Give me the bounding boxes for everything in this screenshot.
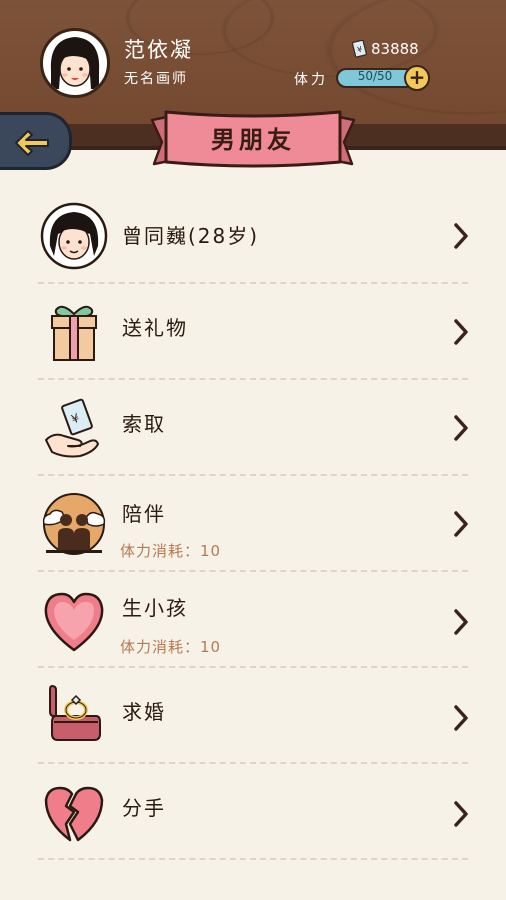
menu-item-label: 送礼物: [122, 316, 188, 340]
list-item-propose[interactable]: 求婚: [0, 668, 506, 764]
banknote-icon: ¥: [352, 40, 367, 58]
chevron-right-icon: [454, 609, 468, 635]
chevron-right-icon: [454, 319, 468, 345]
player-avatar[interactable]: [40, 28, 110, 98]
menu-item-label: 陪伴: [122, 502, 166, 526]
arrow-left-icon: [15, 130, 49, 156]
broken-heart-icon: [44, 786, 104, 842]
list-item-send-gift[interactable]: 送礼物: [0, 284, 506, 380]
heart-icon: [44, 592, 104, 652]
menu-item-label: 求婚: [122, 700, 166, 724]
menu-item-label: 曾同巍(28岁): [122, 224, 260, 248]
chevron-right-icon: [454, 415, 468, 441]
chevron-right-icon: [454, 801, 468, 827]
list-item-boyfriend[interactable]: 曾同巍(28岁): [0, 188, 506, 284]
add-stamina-button[interactable]: +: [404, 65, 430, 91]
stamina-value: 50/50: [357, 69, 393, 83]
list-item-break-up[interactable]: 分手: [0, 764, 506, 860]
chevron-right-icon: [454, 511, 468, 537]
stamina-label: 体力: [294, 72, 328, 88]
row-divider: [38, 858, 468, 860]
player-title: 无名画师: [124, 71, 188, 87]
boyfriend-avatar-icon: [40, 202, 108, 270]
page-title: 男朋友: [211, 126, 295, 154]
list-item-have-baby[interactable]: 生小孩 体力消耗：10: [0, 572, 506, 668]
menu-item-label: 分手: [122, 796, 166, 820]
stamina-cost: 体力消耗：10: [120, 542, 222, 560]
list-item-accompany[interactable]: 陪伴 体力消耗：10: [0, 476, 506, 572]
player-face-icon: [50, 37, 100, 89]
stamina-cost: 体力消耗：10: [120, 638, 222, 656]
chevron-right-icon: [454, 705, 468, 731]
ring-box-icon: [49, 684, 101, 741]
currency-value: 83888: [371, 40, 419, 58]
menu-item-label: 索取: [122, 412, 166, 436]
menu-item-label: 生小孩: [122, 596, 188, 620]
chevron-right-icon: [454, 223, 468, 249]
back-button[interactable]: [0, 112, 72, 170]
couple-silhouette-icon: [42, 493, 106, 555]
player-name: 范依凝: [124, 38, 193, 62]
list-item-ask-money[interactable]: ¥ 索取: [0, 380, 506, 476]
gift-box-icon: [51, 305, 97, 361]
money-in-hand-icon: ¥: [45, 398, 99, 458]
